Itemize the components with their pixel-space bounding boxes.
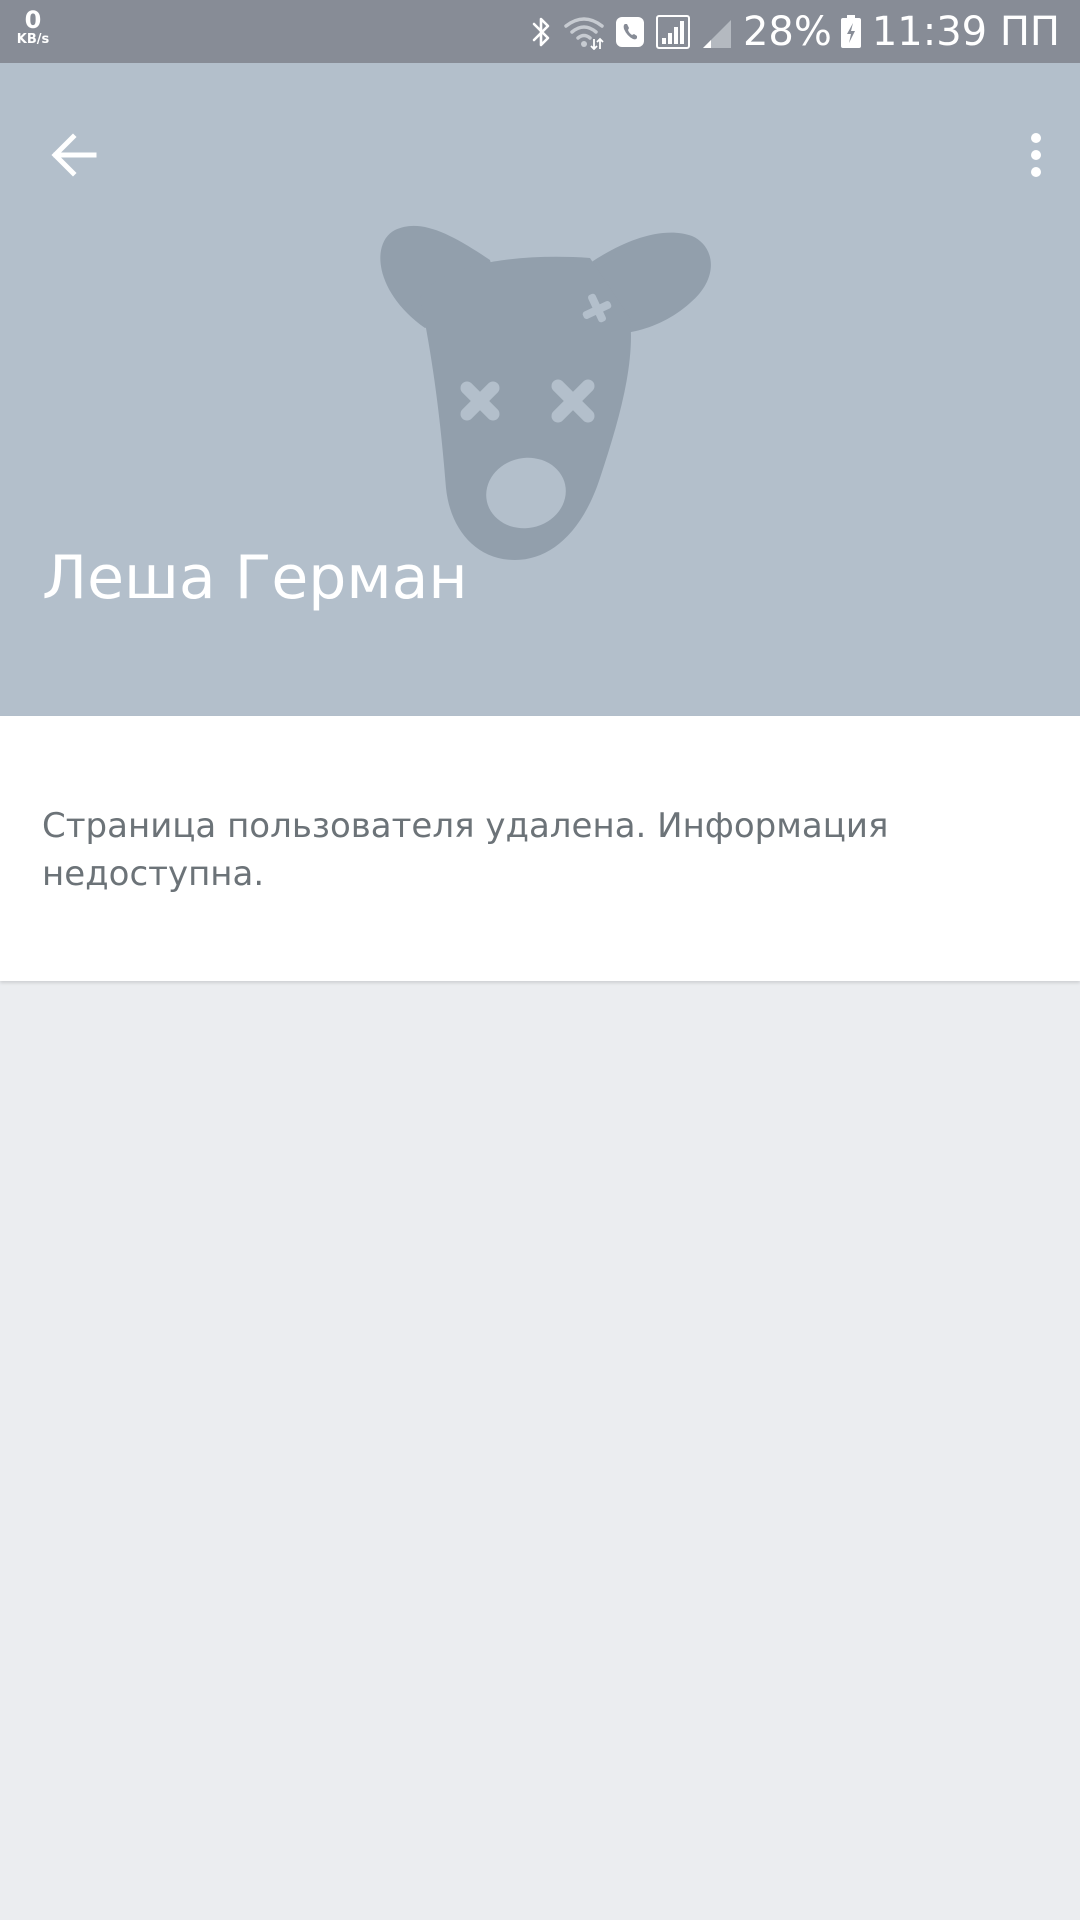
- wifi-icon: [563, 14, 605, 50]
- profile-name: Леша Герман: [42, 543, 468, 613]
- info-card: Страница пользователя удалена. Информаци…: [0, 716, 1080, 981]
- status-icons: 28% 11:39 ПП: [529, 0, 1060, 63]
- signal-weak-icon: [701, 14, 733, 50]
- arrow-left-icon: [50, 133, 98, 181]
- battery-percent: 28%: [742, 8, 832, 55]
- battery-charging-icon: [840, 14, 862, 50]
- call-icon: [615, 15, 645, 49]
- network-speed-value: 0: [24, 6, 42, 34]
- bluetooth-icon: [529, 14, 553, 50]
- profile-header: Леша Герман: [0, 63, 1080, 716]
- network-speed-unit: KB/s: [16, 32, 50, 47]
- more-options-button[interactable]: [992, 113, 1080, 201]
- status-clock: 11:39 ПП: [871, 8, 1060, 55]
- deleted-dog-icon: [350, 188, 750, 592]
- signal-icon: [655, 14, 691, 50]
- more-vertical-icon: [1029, 132, 1043, 182]
- status-bar: 0 KB/s 28% 11:39 ПП: [0, 0, 1080, 63]
- deleted-page-message: Страница пользователя удалена. Информаци…: [42, 806, 889, 894]
- back-button[interactable]: [30, 113, 118, 201]
- network-speed-indicator: 0 KB/s: [12, 8, 54, 46]
